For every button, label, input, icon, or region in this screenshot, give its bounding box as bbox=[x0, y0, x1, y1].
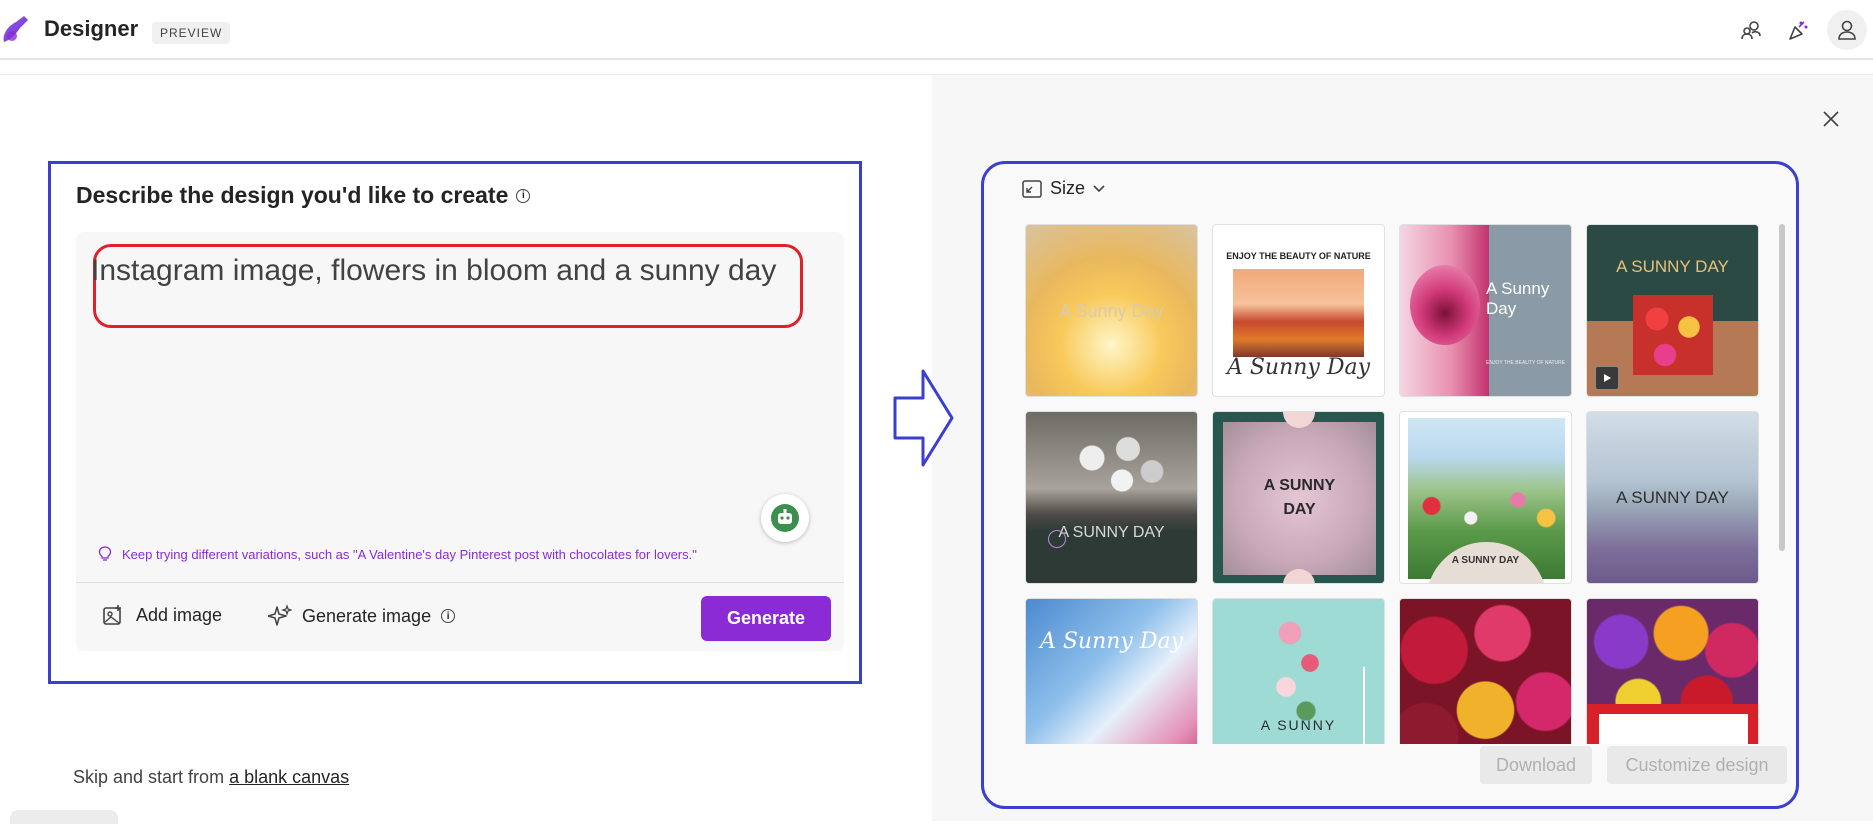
add-image-button[interactable]: Add image bbox=[102, 604, 222, 626]
size-dropdown[interactable]: Size bbox=[1022, 178, 1105, 199]
person-icon bbox=[1838, 20, 1856, 40]
thumbnail-script: A Sunny Day bbox=[1226, 355, 1371, 380]
tip-text: Keep trying different variations, such a… bbox=[122, 546, 697, 562]
add-image-icon bbox=[103, 605, 121, 625]
generate-image-label: Generate image bbox=[302, 605, 432, 626]
thumbnail-text: ENJOY THE BEAUTY OF NATURE bbox=[1226, 251, 1371, 261]
whats-new-icon[interactable] bbox=[1783, 14, 1815, 46]
skip-prefix: Skip and start from bbox=[73, 767, 230, 787]
design-thumbnail[interactable]: A SUNNY DAY bbox=[1586, 224, 1759, 397]
top-bar: Designer PREVIEW bbox=[0, 0, 1873, 60]
magnolia-image bbox=[1410, 265, 1480, 345]
size-label: Size bbox=[1050, 178, 1086, 198]
design-thumbnail[interactable]: A Sunny Day ENJOY THE BEAUTY OF NATURE bbox=[1399, 224, 1572, 397]
flower-bouquet-image bbox=[1633, 295, 1713, 375]
design-thumbnail[interactable]: A Sunny Day bbox=[1025, 224, 1198, 397]
copilot-icon[interactable] bbox=[761, 494, 809, 542]
prompt-heading: Describe the design you'd like to create… bbox=[76, 182, 531, 209]
resize-icon bbox=[1022, 179, 1042, 198]
design-thumbnail[interactable]: ENJOY THE BEAUTY OF NATURE A Sunny Day bbox=[1212, 224, 1385, 397]
prompt-panel: Describe the design you'd like to create… bbox=[48, 161, 862, 684]
blank-canvas-link[interactable]: a blank canvas bbox=[229, 767, 349, 787]
loading-icon bbox=[1048, 530, 1066, 548]
thumbnail-text: A SUNNY DAY bbox=[1616, 257, 1729, 276]
bottom-chip bbox=[10, 810, 118, 824]
thumbnail-text: A Sunny Day bbox=[1059, 301, 1164, 321]
design-grid: A Sunny Day ENJOY THE BEAUTY OF NATURE A… bbox=[1025, 224, 1767, 744]
skip-line: Skip and start from a blank canvas bbox=[73, 767, 349, 788]
design-thumbnail[interactable]: A SUNNY DAY bbox=[1025, 411, 1198, 584]
preview-badge: PREVIEW bbox=[152, 22, 231, 44]
play-icon[interactable] bbox=[1595, 366, 1619, 390]
designer-logo-icon bbox=[3, 16, 29, 42]
arrow-right-icon bbox=[893, 369, 954, 467]
design-thumbnail[interactable]: A SUNNY DAY bbox=[1586, 411, 1759, 584]
design-thumbnail[interactable] bbox=[1586, 598, 1759, 744]
design-thumbnail[interactable]: A SUNNY DAY bbox=[1399, 411, 1572, 584]
thumbnail-text: A SUNNY DAY bbox=[1263, 477, 1336, 518]
results-scrollbar[interactable] bbox=[1779, 224, 1785, 551]
design-thumbnail[interactable]: A Sunny Day bbox=[1025, 598, 1198, 744]
sunset-field-image bbox=[1233, 269, 1364, 357]
prompt-value[interactable]: Instagram image, flowers in bloom and a … bbox=[91, 254, 776, 288]
prompt-input[interactable]: Instagram image, flowers in bloom and a … bbox=[76, 232, 844, 651]
divider bbox=[76, 582, 844, 583]
customize-design-button[interactable]: Customize design bbox=[1607, 746, 1787, 784]
white-card bbox=[1599, 714, 1748, 744]
prompt-heading-text: Describe the design you'd like to create bbox=[76, 182, 509, 208]
thumbnail-text: A Sunny Day bbox=[1486, 279, 1550, 318]
tip: Keep trying different variations, such a… bbox=[98, 546, 697, 562]
design-thumbnail[interactable] bbox=[1399, 598, 1572, 744]
results-panel: Size A Sunny Day ENJOY THE BEAUTY OF NAT… bbox=[981, 161, 1799, 809]
chevron-down-icon bbox=[1093, 184, 1105, 192]
sub-bar bbox=[0, 60, 1873, 75]
thumbnail-text: A SUNNY bbox=[1260, 717, 1337, 733]
flower-cluster-image bbox=[1258, 609, 1338, 729]
share-people-icon[interactable] bbox=[1735, 14, 1767, 46]
blossom-image bbox=[1056, 422, 1176, 512]
sparkle-icon bbox=[268, 604, 292, 626]
add-image-label: Add image bbox=[136, 604, 223, 625]
lightbulb-icon bbox=[98, 546, 112, 561]
app-title: Designer bbox=[44, 16, 139, 41]
info-icon[interactable]: i bbox=[516, 188, 531, 203]
design-thumbnail[interactable]: A SUNNY bbox=[1212, 598, 1385, 744]
download-button[interactable]: Download bbox=[1480, 746, 1592, 784]
generate-image-button[interactable]: Generate image i bbox=[268, 604, 456, 628]
thumbnail-text: A SUNNY DAY bbox=[1616, 488, 1729, 507]
thumbnail-text: A Sunny Day bbox=[1039, 629, 1184, 654]
generate-button[interactable]: Generate bbox=[701, 596, 831, 641]
thumbnail-small-text: ENJOY THE BEAUTY OF NATURE bbox=[1486, 360, 1566, 366]
design-thumbnail[interactable]: A SUNNY DAY bbox=[1212, 411, 1385, 584]
thumbnail-text: A SUNNY DAY bbox=[1451, 555, 1520, 566]
account-avatar[interactable] bbox=[1827, 10, 1867, 50]
info-icon[interactable]: i bbox=[441, 609, 456, 623]
flower-dots bbox=[1408, 482, 1565, 542]
close-icon[interactable] bbox=[1818, 106, 1844, 132]
